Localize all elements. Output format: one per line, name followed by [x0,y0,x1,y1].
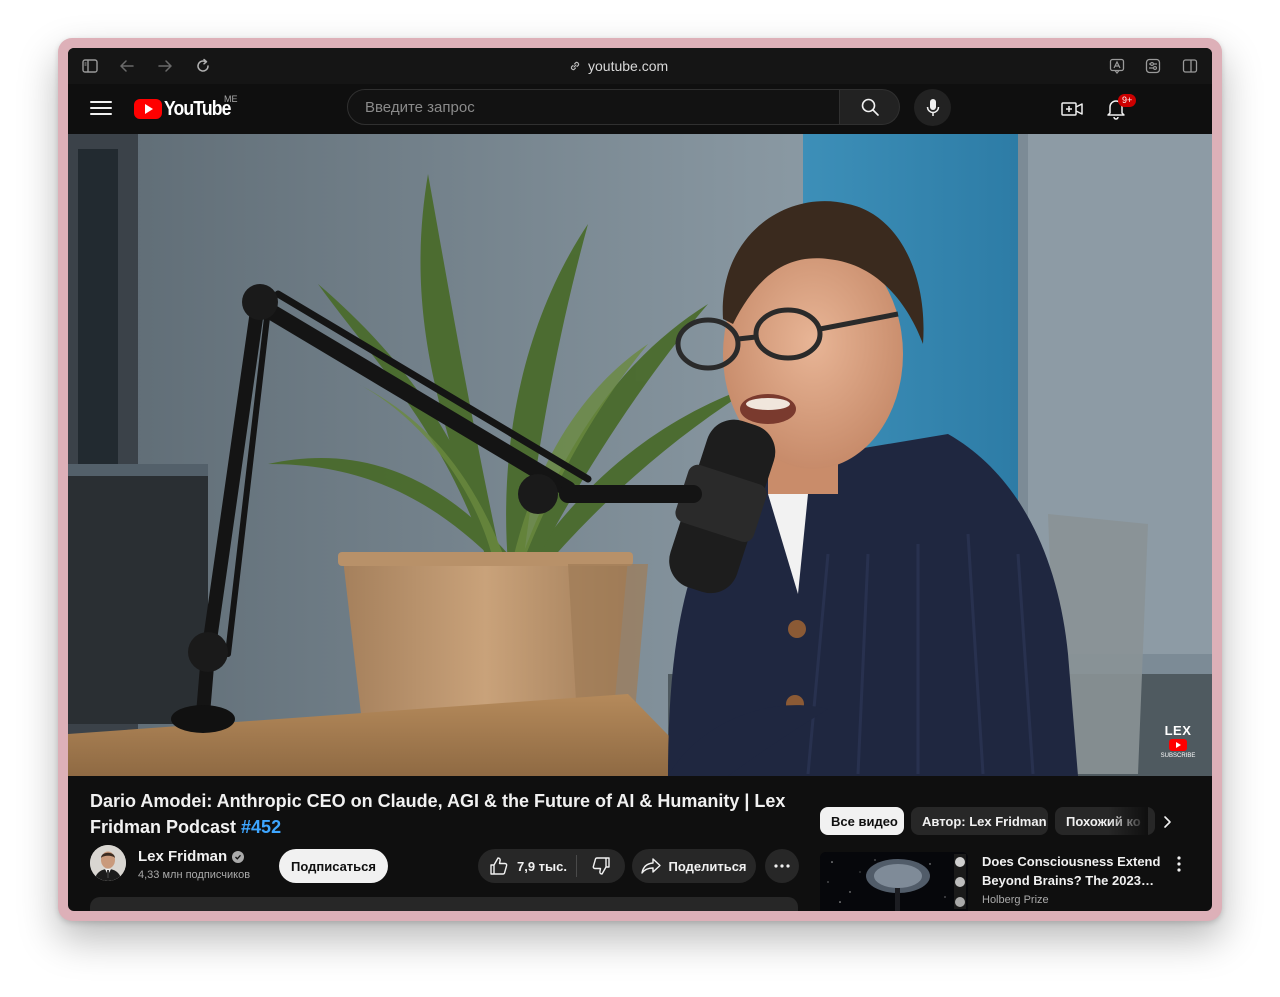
forward-arrow-icon[interactable] [155,56,175,76]
chip-author[interactable]: Автор: Lex Fridman [911,807,1048,835]
channel-name: Lex Fridman [138,848,228,865]
logo-text: YouTube [164,97,231,120]
dislike-button[interactable] [577,849,625,883]
back-arrow-icon[interactable] [117,56,137,76]
share-button[interactable]: Поделиться [632,849,756,883]
recommendation-channel[interactable]: Holberg Prize [982,894,1049,906]
more-vertical-icon[interactable] [1170,854,1188,874]
channel-watermark[interactable]: LEX SUBSCRIBE [1158,724,1198,764]
extensions-icon[interactable] [1143,56,1163,76]
video-frame-image [68,134,1212,776]
video-title: Dario Amodei: Anthropic CEO on Claude, A… [90,788,790,840]
youtube-play-icon [134,99,162,119]
url-text: youtube.com [588,58,669,74]
recommendation-thumbnail[interactable] [820,852,968,911]
notification-badge: 9+ [1118,94,1137,107]
reload-icon[interactable] [193,56,213,76]
verified-badge-icon [232,850,245,863]
subscribe-button[interactable]: Подписаться [279,849,388,883]
subscriber-count: 4,33 млн подписчиков [138,869,251,881]
more-horizontal-icon [774,864,790,868]
channel-avatar[interactable] [90,845,126,881]
video-title-text: Dario Amodei: Anthropic CEO on Claude, A… [90,791,786,837]
address-bar[interactable]: youtube.com [568,56,728,76]
recommendation-title[interactable]: Does Consciousness Extend Beyond Brains?… [982,852,1172,890]
translate-icon[interactable] [1107,56,1127,76]
browser-toolbar: youtube.com [68,48,1212,84]
avatar-image [90,845,126,881]
search-button[interactable] [840,89,900,125]
like-button[interactable]: 7,9 тыс. [478,849,576,883]
chevron-right-icon[interactable] [1158,813,1176,831]
search-icon [861,98,879,116]
thumbs-up-icon [490,857,508,875]
search-input[interactable] [363,97,839,117]
channel-name-link[interactable]: Lex Fridman [138,848,245,865]
video-player[interactable]: LEX SUBSCRIBE [68,134,1212,776]
sidebar-toggle-icon[interactable] [80,56,100,76]
microphone-icon [926,98,939,116]
share-label: Поделиться [668,858,747,874]
browser-window: youtube.com YouTube ME Введите запрос 9+… [68,48,1212,911]
thumbs-down-icon [592,857,610,875]
chips-fade [1108,807,1148,837]
region-code: ME [224,94,238,104]
like-dislike-group: 7,9 тыс. [478,849,625,883]
search-box[interactable] [347,89,840,125]
watermark-youtube-icon [1169,739,1187,751]
hamburger-menu-icon[interactable] [90,97,112,119]
thumbnail-image [820,852,968,911]
description-box[interactable] [90,897,798,911]
more-actions-button[interactable] [765,849,799,883]
watermark-text: LEX [1164,723,1192,738]
share-arrow-icon [641,858,662,874]
watermark-subscribe-text: SUBSCRIBE [1160,753,1196,759]
video-hashtag[interactable]: #452 [241,817,281,837]
create-video-icon[interactable] [1060,97,1084,121]
link-icon [570,61,580,71]
split-view-icon[interactable] [1180,56,1200,76]
voice-search-button[interactable] [914,89,951,126]
like-count: 7,9 тыс. [517,858,567,874]
chip-all-videos[interactable]: Все видео [820,807,904,835]
youtube-header: YouTube ME 9+ [68,84,1212,134]
